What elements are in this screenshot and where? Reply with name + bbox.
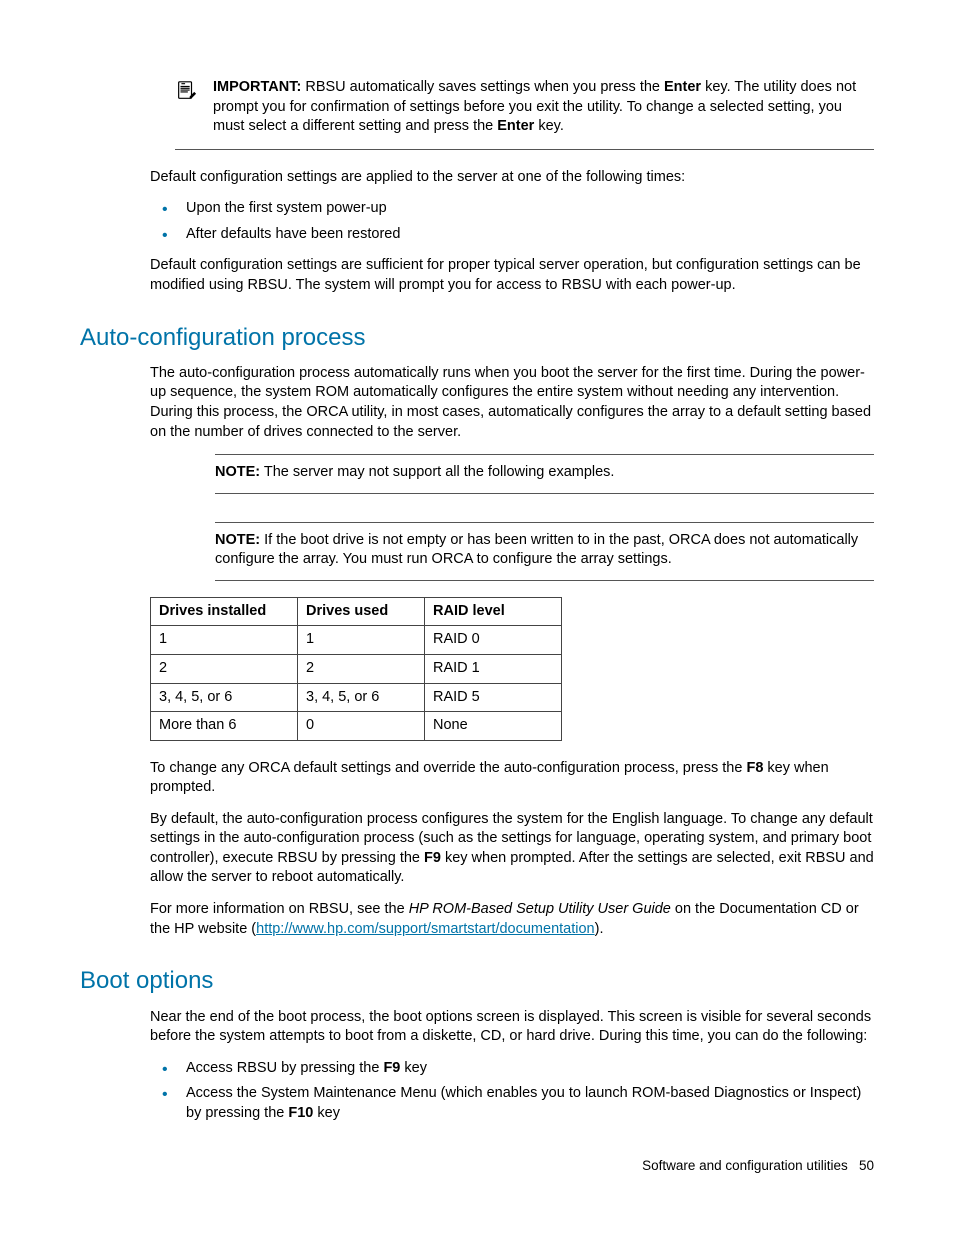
table-header: Drives installed — [151, 597, 298, 626]
important-label: IMPORTANT: — [213, 79, 301, 95]
english-default-text: By default, the auto-configuration proce… — [150, 810, 874, 888]
table-header: Drives used — [298, 597, 425, 626]
boot-options-text: Near the end of the boot process, the bo… — [150, 1008, 874, 1047]
page-footer: Software and configuration utilities 50 — [642, 1157, 874, 1175]
default-sufficient-text: Default configuration settings are suffi… — [150, 256, 874, 295]
table-row: 3, 4, 5, or 63, 4, 5, or 6RAID 5 — [151, 683, 562, 712]
hp-documentation-link[interactable]: http://www.hp.com/support/smartstart/doc… — [256, 921, 594, 937]
page-number: 50 — [859, 1158, 874, 1173]
more-info-text: For more information on RBSU, see the HP… — [150, 900, 874, 939]
list-item: Upon the first system power-up — [150, 199, 874, 219]
list-item: After defaults have been restored — [150, 225, 874, 245]
footer-section: Software and configuration utilities — [642, 1158, 848, 1173]
list-item: Access the System Maintenance Menu (whic… — [150, 1084, 874, 1123]
boot-actions-list: Access RBSU by pressing the F9 key Acces… — [150, 1059, 874, 1124]
auto-config-heading: Auto-configuration process — [80, 322, 874, 354]
note-callout: NOTE: The server may not support all the… — [215, 454, 874, 494]
auto-config-text: The auto-configuration process automatic… — [150, 364, 874, 442]
note-label: NOTE: — [215, 532, 260, 548]
orca-override-text: To change any ORCA default settings and … — [150, 759, 874, 798]
note-label: NOTE: — [215, 464, 260, 480]
default-intro-text: Default configuration settings are appli… — [150, 168, 874, 188]
list-item: Access RBSU by pressing the F9 key — [150, 1059, 874, 1079]
note-icon — [175, 78, 213, 137]
default-times-list: Upon the first system power-up After def… — [150, 199, 874, 244]
table-row: More than 60None — [151, 712, 562, 741]
table-row: 22RAID 1 — [151, 654, 562, 683]
important-callout: IMPORTANT: RBSU automatically saves sett… — [175, 78, 874, 150]
note-callout: NOTE: If the boot drive is not empty or … — [215, 522, 874, 581]
table-header-row: Drives installed Drives used RAID level — [151, 597, 562, 626]
raid-table: Drives installed Drives used RAID level … — [150, 597, 562, 741]
important-text: IMPORTANT: RBSU automatically saves sett… — [213, 78, 874, 137]
boot-options-heading: Boot options — [80, 965, 874, 997]
table-row: 11RAID 0 — [151, 626, 562, 655]
table-header: RAID level — [425, 597, 562, 626]
